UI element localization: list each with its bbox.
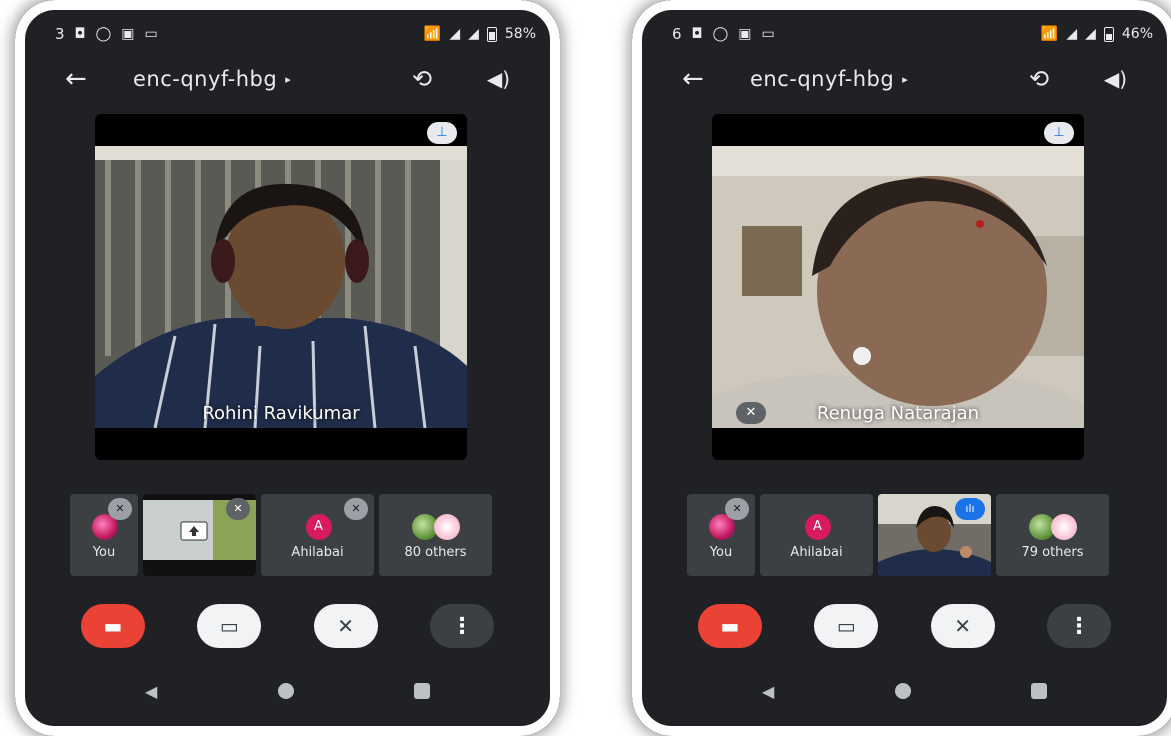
- participant-tile-others[interactable]: 80 others: [379, 494, 492, 576]
- avatar: A: [804, 514, 831, 540]
- mic-off-icon: ✕: [337, 614, 355, 638]
- battery-percent: 46%: [1121, 26, 1153, 42]
- main-participant-name: Renuga Natarajan: [816, 403, 980, 424]
- participant-video: [712, 146, 1084, 428]
- mic-off-icon: ✕: [725, 498, 749, 520]
- nav-recents-icon[interactable]: [1031, 683, 1047, 699]
- status-bar: 3 ◘ ◯ ▣ ▭ 📶 ◢ ◢ 58%: [55, 22, 536, 46]
- participant-label: Ahilabai: [790, 545, 843, 560]
- caret-right-icon[interactable]: ▸: [902, 73, 908, 86]
- participant-tile-presentation[interactable]: ✕: [143, 494, 256, 576]
- lte-call-icon: 📶: [1040, 26, 1059, 42]
- more-options-button[interactable]: ⋮: [429, 604, 494, 648]
- participant-tile-ahilabai[interactable]: A ✕ Ahilabai: [261, 494, 374, 576]
- call-controls: ▬ ▭ ✕ ⋮: [698, 600, 1111, 652]
- switch-camera-icon[interactable]: ⟲: [1019, 65, 1059, 93]
- whatsapp-icon: ◯: [95, 26, 112, 42]
- camera-toggle-button[interactable]: ▭: [814, 604, 879, 648]
- more-vert-icon: ⋮: [450, 613, 473, 639]
- main-video-tile[interactable]: ⊥ ✕ Renuga Natarajan: [712, 114, 1084, 460]
- cast-icon: ▭: [761, 26, 775, 42]
- end-call-button[interactable]: ▬: [81, 604, 145, 648]
- call-controls: ▬ ▭ ✕ ⋮: [81, 600, 494, 652]
- signal-icon-2: ◢: [468, 26, 479, 42]
- participant-strip: ✕ You ✕ A ✕ Ahilabai 80 others: [70, 494, 505, 576]
- caret-right-icon[interactable]: ▸: [285, 73, 291, 86]
- nav-home-icon[interactable]: [277, 683, 294, 699]
- nav-recents-icon[interactable]: [414, 683, 430, 699]
- nav-back-icon[interactable]: ◀: [762, 682, 774, 701]
- video-notification-icon: ◘: [691, 26, 703, 42]
- participant-tile-ahilabai[interactable]: A Ahilabai: [760, 494, 873, 576]
- switch-camera-icon[interactable]: ⟲: [402, 65, 442, 93]
- android-nav-bar: ◀: [145, 678, 430, 704]
- meeting-top-bar: ← enc-qnyf-hbg ▸ ⟲ ◀): [65, 62, 510, 96]
- lte-call-icon: 📶: [423, 26, 442, 42]
- pin-icon[interactable]: ⊥: [1044, 122, 1074, 144]
- hangup-icon: ▬: [720, 614, 740, 638]
- signal-icon: ◢: [1066, 26, 1078, 42]
- speaker-icon[interactable]: ◀): [1087, 67, 1127, 91]
- avatar-group: [411, 514, 460, 540]
- back-arrow-icon[interactable]: ←: [65, 64, 105, 94]
- clock: 6: [672, 25, 682, 43]
- main-video-tile[interactable]: ⊥ Rohini Ravikumar: [95, 114, 467, 460]
- cast-icon: ▭: [144, 26, 158, 42]
- participant-label: You: [92, 545, 116, 560]
- video-frame-renuga: [712, 146, 1084, 428]
- speaking-indicator-icon: ılı: [955, 498, 985, 520]
- back-arrow-icon[interactable]: ←: [682, 64, 722, 94]
- meeting-code[interactable]: enc-qnyf-hbg: [750, 67, 894, 91]
- camera-off-icon: ▭: [219, 614, 239, 638]
- signal-icon-2: ◢: [1085, 26, 1096, 42]
- phone-left: 3 ◘ ◯ ▣ ▭ 📶 ◢ ◢ 58% ← enc-qnyf-hbg ▸ ⟲ ◀…: [15, 0, 560, 736]
- meet-screen-left: 3 ◘ ◯ ▣ ▭ 📶 ◢ ◢ 58% ← enc-qnyf-hbg ▸ ⟲ ◀…: [25, 10, 550, 726]
- android-nav-bar: ◀: [762, 678, 1047, 704]
- participant-tile-others[interactable]: 79 others: [996, 494, 1109, 576]
- more-vert-icon: ⋮: [1067, 613, 1090, 639]
- participant-label: You: [709, 545, 733, 560]
- speaker-icon[interactable]: ◀): [470, 67, 510, 91]
- pin-icon[interactable]: ⊥: [427, 122, 457, 144]
- mic-toggle-button[interactable]: ✕: [930, 604, 995, 648]
- nav-back-icon[interactable]: ◀: [145, 682, 157, 701]
- battery-icon: [486, 26, 497, 42]
- participant-tile-you[interactable]: ✕ You: [687, 494, 755, 576]
- battery-icon: [1103, 26, 1114, 42]
- mic-toggle-button[interactable]: ✕: [313, 604, 378, 648]
- status-bar: 6 ◘ ◯ ▣ ▭ 📶 ◢ ◢ 46%: [672, 22, 1153, 46]
- camera-off-icon: ▭: [836, 614, 856, 638]
- meeting-code[interactable]: enc-qnyf-hbg: [133, 67, 277, 91]
- video-notification-icon: ◘: [74, 26, 86, 42]
- end-call-button[interactable]: ▬: [698, 604, 762, 648]
- signal-icon: ◢: [449, 26, 461, 42]
- nav-home-icon[interactable]: [894, 683, 911, 699]
- main-participant-name: Rohini Ravikumar: [202, 403, 360, 424]
- hangup-icon: ▬: [103, 614, 123, 638]
- battery-percent: 58%: [504, 26, 536, 42]
- participant-tile-speaking[interactable]: ılı: [878, 494, 991, 576]
- mic-off-icon: ✕: [226, 498, 250, 520]
- participant-tile-you[interactable]: ✕ You: [70, 494, 138, 576]
- mic-off-icon: ✕: [108, 498, 132, 520]
- avatar: A: [305, 514, 332, 540]
- meet-screen-right: 6 ◘ ◯ ▣ ▭ 📶 ◢ ◢ 46% ← enc-qnyf-hbg ▸ ⟲ ◀…: [642, 10, 1167, 726]
- whatsapp-icon: ◯: [712, 26, 729, 42]
- participant-label: 80 others: [404, 545, 467, 560]
- participant-video: [95, 146, 467, 429]
- mic-off-icon: ✕: [954, 614, 972, 638]
- screencast-icon: ▣: [738, 26, 752, 42]
- mic-off-icon: ✕: [344, 498, 368, 520]
- more-options-button[interactable]: ⋮: [1046, 604, 1111, 648]
- screencast-icon: ▣: [121, 26, 135, 42]
- participant-label: Ahilabai: [291, 545, 344, 560]
- avatar-group: [1028, 514, 1077, 540]
- clock: 3: [55, 25, 65, 43]
- video-frame-rohini: [95, 146, 467, 429]
- meeting-top-bar: ← enc-qnyf-hbg ▸ ⟲ ◀): [682, 62, 1127, 96]
- participant-strip: ✕ You A Ahilabai ılı 79 others: [687, 494, 1122, 576]
- phone-right: 6 ◘ ◯ ▣ ▭ 📶 ◢ ◢ 46% ← enc-qnyf-hbg ▸ ⟲ ◀…: [632, 0, 1171, 736]
- participant-label: 79 others: [1021, 545, 1084, 560]
- camera-toggle-button[interactable]: ▭: [197, 604, 262, 648]
